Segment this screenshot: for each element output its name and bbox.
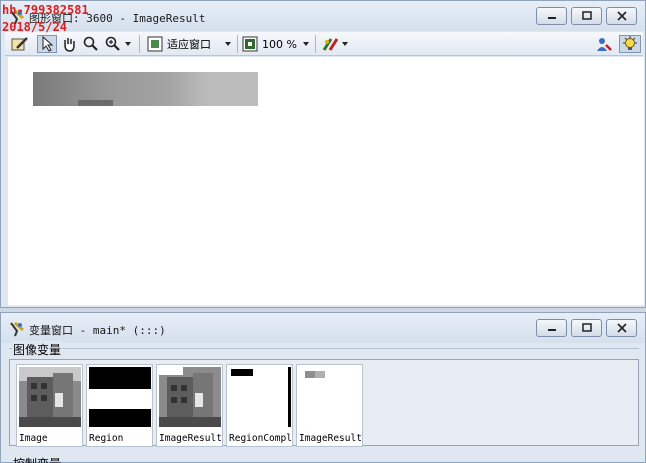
- thumbnail-region[interactable]: Region: [86, 364, 153, 447]
- zoom-dropdown-arrow-icon[interactable]: [125, 35, 131, 53]
- fit-window-control[interactable]: 适应窗口: [147, 35, 211, 53]
- color-paint-icon[interactable]: [322, 35, 340, 53]
- variable-window-titlebar[interactable]: 变量窗口 - main* (:::): [1, 313, 645, 343]
- image-variables-label: 图像变量: [12, 341, 63, 358]
- image-result-display: [33, 72, 258, 106]
- thumbnail-imageresult[interactable]: ImageResult: [156, 364, 223, 447]
- zoom-in-icon[interactable]: [105, 35, 121, 53]
- maximize-button[interactable]: [571, 7, 602, 25]
- image-variables-group: 图像变量 Image Region ImageResult RegionComp…: [9, 341, 639, 454]
- minimize-button[interactable]: [536, 319, 567, 337]
- magnifier-icon[interactable]: [83, 35, 99, 53]
- person-pin-icon[interactable]: [595, 35, 613, 53]
- thumbnail-regioncomplement[interactable]: RegionComplement: [226, 364, 293, 447]
- graphics-window: 图形窗口: 3600 - ImageResult 适应窗口 100 %: [0, 0, 646, 308]
- zoom-level-icon: [242, 36, 258, 52]
- thumbnail-imageresult1[interactable]: ImageResult1: [296, 364, 363, 447]
- fit-window-label: 适应窗口: [167, 38, 211, 51]
- thumbnail-image[interactable]: Image: [16, 364, 83, 447]
- graphics-toolbar: 适应窗口 100 %: [5, 32, 643, 56]
- image-canvas[interactable]: [8, 57, 644, 305]
- watermark-line2: 2018/5/24: [2, 20, 68, 34]
- pan-hand-icon[interactable]: [61, 35, 77, 53]
- fit-dropdown-arrow-icon[interactable]: [225, 35, 231, 53]
- lightbulb-icon[interactable]: [619, 35, 641, 53]
- zoom-level-label: 100 %: [262, 37, 297, 51]
- graphics-window-titlebar[interactable]: 图形窗口: 3600 - ImageResult: [1, 1, 645, 31]
- minimize-button[interactable]: [536, 7, 567, 25]
- close-button[interactable]: [606, 7, 637, 25]
- halcon-app-icon: [9, 321, 25, 337]
- thumbnail-caption: ImageResult1: [299, 433, 362, 444]
- control-variables-label: 控制变量: [13, 455, 61, 463]
- thumbnail-preview: [19, 367, 81, 427]
- fit-window-icon: [147, 36, 163, 52]
- pointer-tool-icon[interactable]: [37, 35, 57, 53]
- thumbnail-preview: [89, 367, 151, 427]
- edit-pencil-icon[interactable]: [11, 35, 29, 53]
- variable-window-title: 变量窗口 - main* (:::): [29, 324, 166, 337]
- close-button[interactable]: [606, 319, 637, 337]
- thumbnail-caption: RegionComplement: [229, 433, 292, 444]
- variable-window: 变量窗口 - main* (:::) 图像变量 Image Region Ima…: [0, 312, 646, 463]
- thumbnail-caption: ImageResult: [159, 433, 222, 444]
- zoom-level-dropdown-arrow-icon[interactable]: [303, 35, 309, 53]
- thumbnail-list: Image Region ImageResult RegionCompl Ima…: [9, 359, 639, 447]
- color-dropdown-arrow-icon[interactable]: [342, 35, 348, 53]
- thumbnail-caption: Image: [19, 433, 48, 444]
- watermark-line1: hh-799382581: [2, 3, 89, 17]
- maximize-button[interactable]: [571, 319, 602, 337]
- thumbnail-caption: Region: [89, 433, 124, 444]
- zoom-level-control[interactable]: 100 %: [242, 35, 297, 53]
- thumbnail-preview: [229, 367, 291, 427]
- thumbnail-preview: [299, 367, 361, 427]
- thumbnail-preview: [159, 367, 221, 427]
